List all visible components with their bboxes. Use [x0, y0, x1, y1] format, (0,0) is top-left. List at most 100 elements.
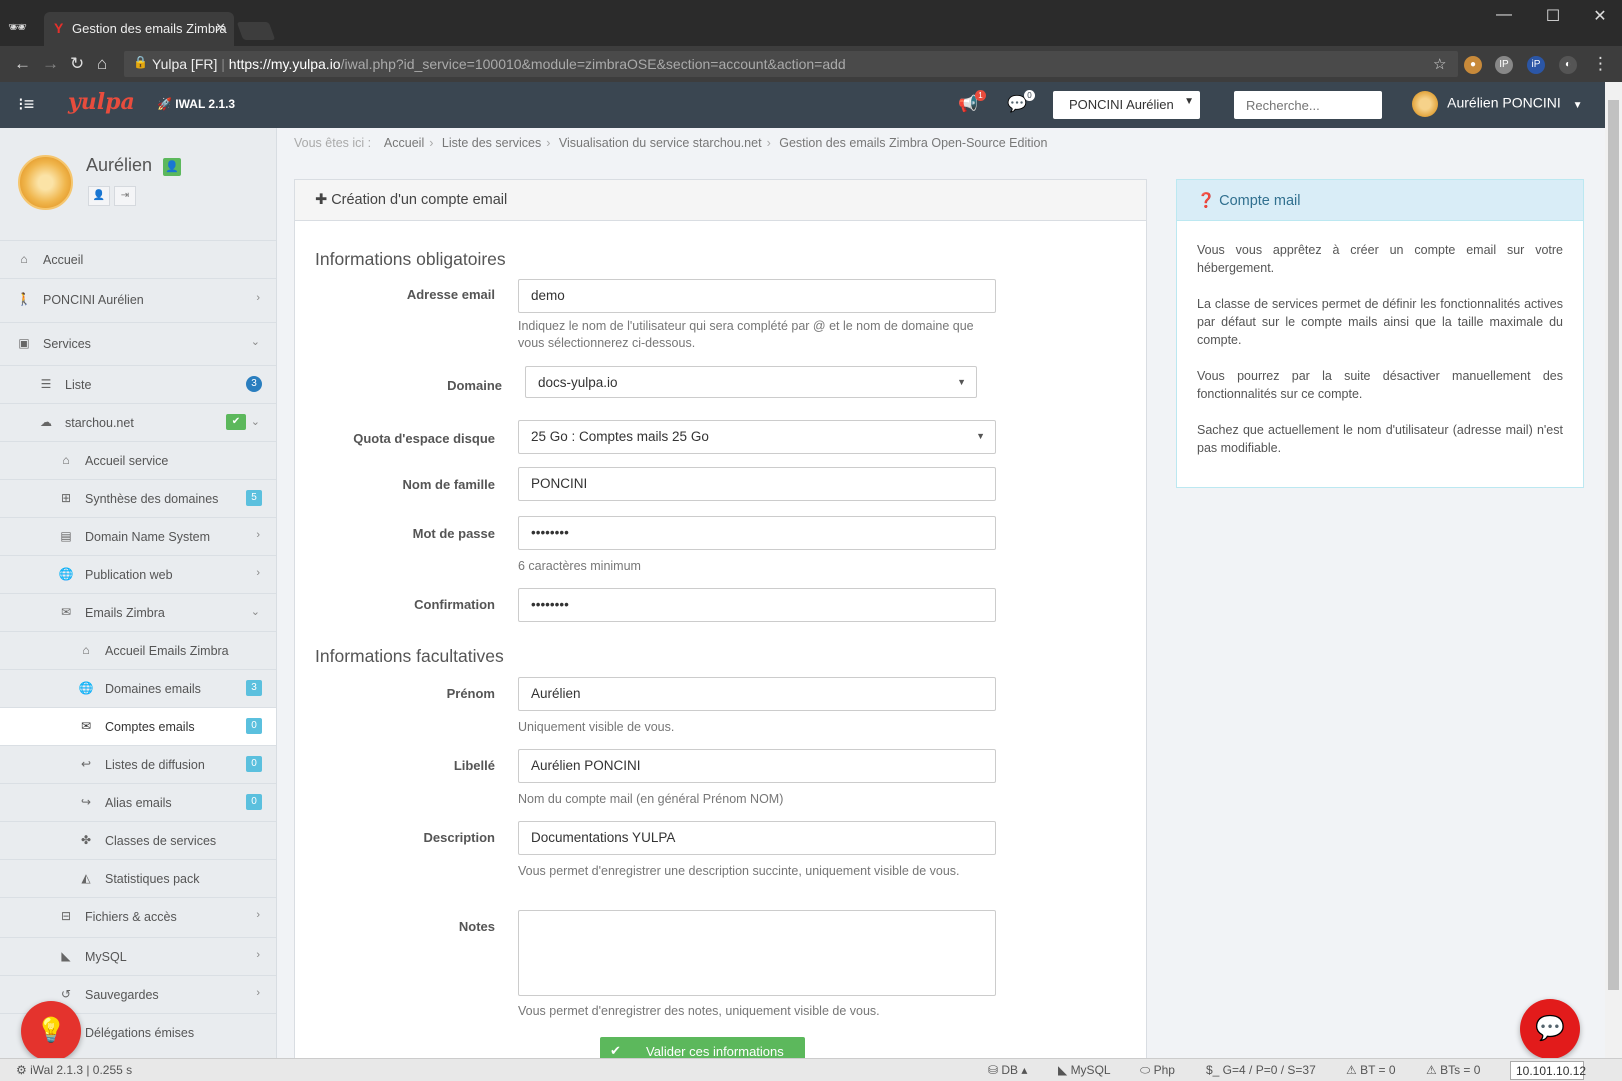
envelope-icon: ✉	[60, 605, 72, 619]
home-icon: ⌂	[62, 453, 70, 467]
chevron-right-icon: ›	[256, 292, 260, 304]
url-host: my.yulpa.io	[270, 56, 341, 72]
yulpa-logo[interactable]: yulpa	[68, 89, 135, 115]
person-icon: 🚶	[16, 292, 32, 306]
sidebar-item-accueil-service[interactable]: ⌂ Accueil service	[0, 441, 276, 479]
tab-title: Gestion des emails Zimbra	[72, 21, 227, 36]
info-paragraph: Vous vous apprêtez à créer un compte ema…	[1197, 243, 1563, 275]
libelle-help: Nom du compte mail (en général Prénom NO…	[518, 792, 784, 806]
sidebar-item-synthese[interactable]: ⊞ Synthèse des domaines 5	[0, 479, 276, 517]
confirm-password-field[interactable]: ••••••••	[518, 588, 996, 622]
globals-counts: $_ G=4 / P=0 / S=37	[1206, 1063, 1316, 1077]
domain-label: Domaine	[447, 378, 502, 393]
info-panel: ❓ Compte mail Vous vous apprêtez à créer…	[1176, 179, 1584, 488]
reload-icon[interactable]: ↻	[70, 54, 84, 74]
url-field[interactable]: 🔒 Yulpa [FR] | https://my.yulpa.io/iwal.…	[124, 51, 1458, 77]
email-label: Adresse email	[406, 287, 495, 302]
plus-icon: ✚	[315, 192, 328, 208]
new-tab-button[interactable]	[236, 22, 276, 40]
sidebar-item-services[interactable]: ▣ Services ⌄	[0, 322, 276, 365]
sidebar-item-domaines-emails[interactable]: 🌐 Domaines emails 3	[0, 669, 276, 707]
sidebar-item-fichiers[interactable]: ⊟ Fichiers & accès ›	[0, 897, 276, 937]
breadcrumb: Vous êtes ici : Accueil › Liste des servi…	[294, 136, 1048, 150]
password-field[interactable]: ••••••••	[518, 516, 996, 550]
libelle-field[interactable]: Aurélien PONCINI	[518, 749, 996, 783]
extension-icon[interactable]: ◐	[1559, 56, 1577, 74]
firstname-label: Prénom	[446, 686, 495, 701]
notes-textarea[interactable]	[518, 910, 996, 996]
maximize-icon[interactable]: ☐	[1543, 6, 1563, 26]
mysql-icon: ◣	[61, 949, 71, 963]
notif-badge: 1	[974, 90, 986, 101]
php-toggle[interactable]: ⬭ Php	[1140, 1063, 1175, 1078]
breadcrumb-item[interactable]: Accueil	[384, 136, 424, 150]
megaphone-icon[interactable]: 📢 1	[958, 90, 986, 114]
home-icon[interactable]: ⌂	[97, 54, 107, 74]
message-badge: 0	[1023, 90, 1035, 101]
password-help: 6 caractères minimum	[518, 559, 641, 573]
paw-icon: ✤	[80, 833, 92, 847]
browser-menu-icon[interactable]: ⋮	[1592, 54, 1609, 74]
logout-icon[interactable]: ⇥	[114, 186, 136, 206]
sidebar-item-starchou[interactable]: ☁ starchou.net ✔ ⌄	[0, 403, 276, 441]
forward-icon[interactable]: →	[42, 54, 59, 74]
browser-tabbar: 🕶 Y Gestion des emails Zimbra ✕ — ☐ ✕	[0, 0, 1622, 46]
breadcrumb-item[interactable]: Visualisation du service starchou.net	[559, 136, 762, 150]
menu-toggle-icon[interactable]: ⁝≡	[18, 94, 34, 115]
incognito-icon: 🕶	[8, 19, 28, 36]
search-input[interactable]	[1234, 91, 1382, 119]
caret-down-icon: ▼	[1184, 96, 1194, 107]
lastname-label: Nom de famille	[402, 477, 495, 492]
lastname-field[interactable]: PONCINI	[518, 467, 996, 501]
quota-select[interactable]: 25 Go : Comptes mails 25 Go ▼	[518, 420, 996, 454]
mysql-toggle[interactable]: ◣ MySQL	[1058, 1063, 1111, 1077]
sidebar-item-classes-services[interactable]: ✤ Classes de services	[0, 821, 276, 859]
sidebar-item-mysql[interactable]: ◣ MySQL ›	[0, 937, 276, 975]
synthese-count-badge: 5	[246, 490, 262, 506]
chevron-right-icon: ›	[256, 567, 260, 579]
ip-extension-icon[interactable]: IP	[1495, 56, 1513, 74]
info-panel-title: ❓ Compte mail	[1177, 180, 1583, 221]
sidebar-item-listes-diffusion[interactable]: ↩ Listes de diffusion 0	[0, 745, 276, 783]
notes-help: Vous permet d'enregistrer des notes, uni…	[518, 1004, 880, 1018]
email-field[interactable]: demo	[518, 279, 996, 313]
profile-user-icon[interactable]: 👤	[88, 186, 110, 206]
description-field[interactable]: Documentations YULPA	[518, 821, 996, 855]
sidebar-item-user[interactable]: 🚶 PONCINI Aurélien ›	[0, 278, 276, 322]
breadcrumb-item-current: Gestion des emails Zimbra Open-Source Ed…	[779, 136, 1048, 150]
description-label: Description	[423, 830, 495, 845]
lightbulb-icon[interactable]: 💡	[21, 1001, 81, 1061]
user-menu[interactable]: Aurélien PONCINI ▼	[1412, 91, 1583, 117]
minimize-icon[interactable]: —	[1494, 6, 1514, 24]
sidebar-item-statistiques[interactable]: ◭ Statistiques pack	[0, 859, 276, 897]
sidebar-item-comptes-emails[interactable]: ✉ Comptes emails 0	[0, 707, 276, 745]
lock-icon: 🔒	[133, 55, 148, 69]
sidebar-item-dns[interactable]: ▤ Domain Name System ›	[0, 517, 276, 555]
bookmark-star-icon[interactable]: ☆	[1433, 55, 1446, 73]
back-icon[interactable]: ←	[14, 54, 31, 74]
sidebar-item-liste[interactable]: ☰ Liste 3	[0, 365, 276, 403]
breadcrumb-item[interactable]: Liste des services	[442, 136, 541, 150]
browser-tab[interactable]: Y Gestion des emails Zimbra ✕	[44, 12, 234, 46]
file-tree-icon: ⊟	[60, 909, 72, 923]
info-paragraph: Sachez que actuellement le nom d'utilisa…	[1197, 423, 1563, 455]
domain-select[interactable]: docs-yulpa.io ▼	[525, 366, 977, 398]
chat-bubbles-icon[interactable]: 💬 0	[1007, 90, 1035, 114]
ip-blue-extension-icon[interactable]: iP	[1527, 56, 1545, 74]
sidebar-item-emails-zimbra[interactable]: ✉ Emails Zimbra ⌄	[0, 593, 276, 631]
firstname-field[interactable]: Aurélien	[518, 677, 996, 711]
info-paragraph: Vous pourrez par la suite désactiver man…	[1197, 369, 1563, 401]
db-toggle[interactable]: ⛁ DB ▴	[988, 1063, 1027, 1077]
sidebar-item-publication[interactable]: 🌐 Publication web ›	[0, 555, 276, 593]
sidebar-item-accueil[interactable]: ⌂ Accueil	[0, 240, 276, 278]
cookie-extension-icon[interactable]: ●	[1464, 56, 1482, 74]
chat-icon[interactable]: 💬	[1520, 999, 1580, 1059]
page-scrollbar[interactable]	[1605, 82, 1622, 1058]
close-window-icon[interactable]: ✕	[1590, 6, 1610, 26]
sidebar-item-alias-emails[interactable]: ↪ Alias emails 0	[0, 783, 276, 821]
scrollbar-thumb[interactable]	[1608, 100, 1619, 990]
tab-close-icon[interactable]: ✕	[215, 20, 226, 36]
sidebar-item-accueil-emails[interactable]: ⌂ Accueil Emails Zimbra	[0, 631, 276, 669]
account-select[interactable]: PONCINI Aurélien ▼	[1053, 91, 1200, 119]
email-help: Indiquez le nom de l'utilisateur qui ser…	[518, 319, 974, 350]
